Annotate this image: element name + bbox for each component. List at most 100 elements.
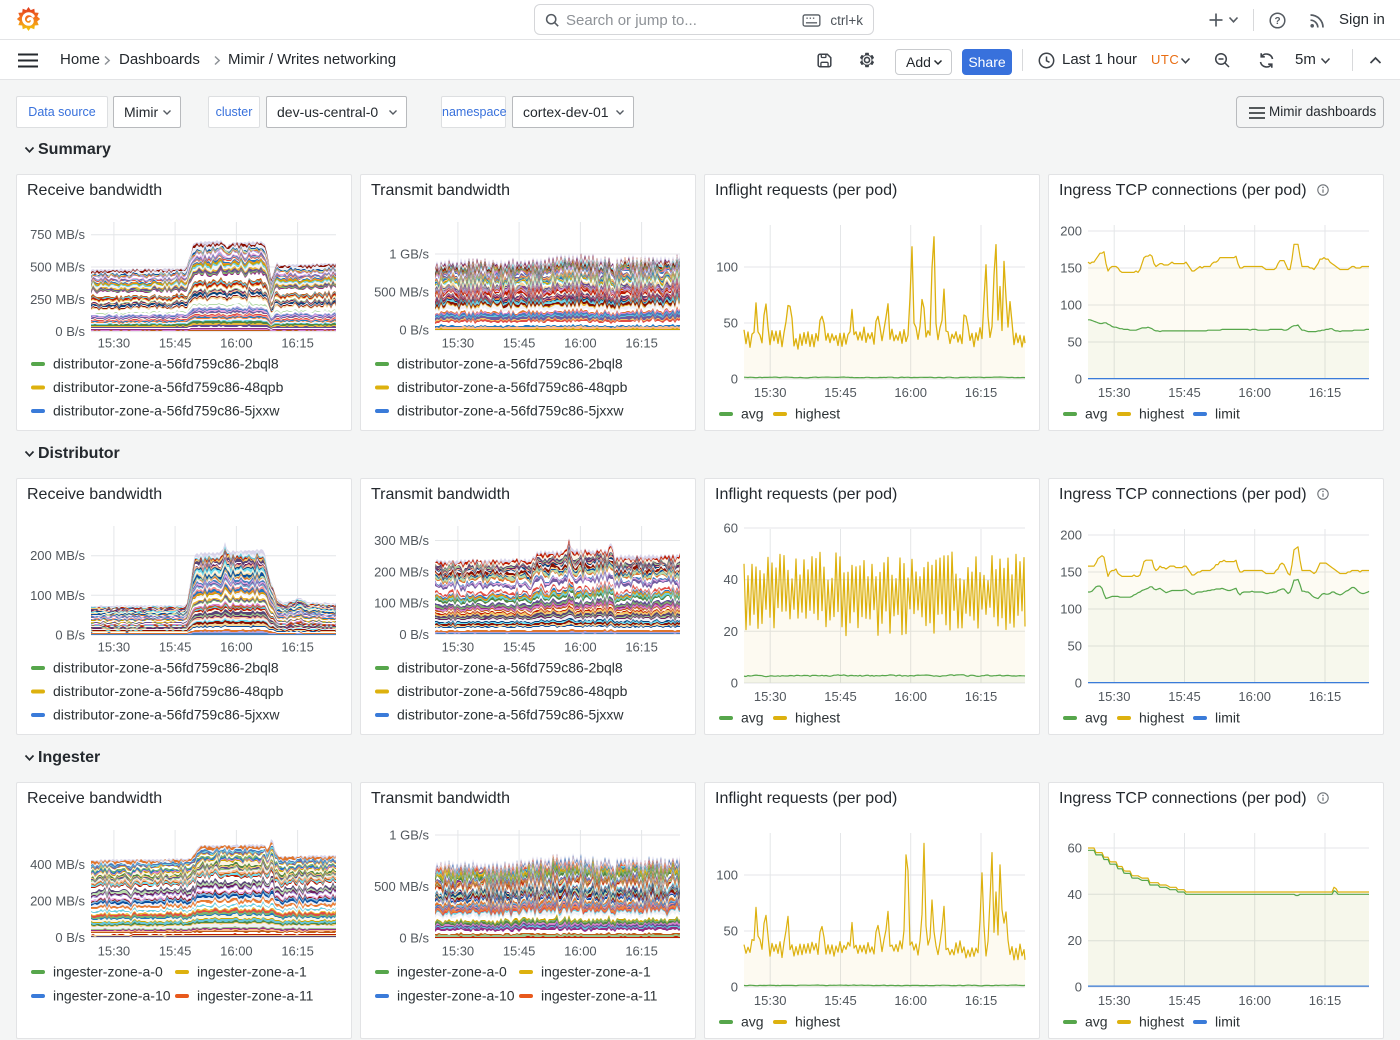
svg-text:16:15: 16:15 bbox=[965, 385, 998, 400]
svg-text:500 MB/s: 500 MB/s bbox=[374, 879, 429, 894]
svg-text:150: 150 bbox=[1060, 261, 1082, 276]
svg-text:16:15: 16:15 bbox=[281, 640, 314, 655]
svg-text:15:45: 15:45 bbox=[503, 944, 536, 959]
svg-text:ingester-zone-a-1: ingester-zone-a-1 bbox=[197, 964, 307, 980]
svg-text:limit: limit bbox=[1215, 1014, 1240, 1030]
svg-text:limit: limit bbox=[1215, 710, 1240, 726]
svg-text:100: 100 bbox=[1060, 602, 1082, 617]
svg-text:400 MB/s: 400 MB/s bbox=[30, 857, 85, 872]
svg-text:0 B/s: 0 B/s bbox=[399, 323, 429, 338]
svg-text:15:45: 15:45 bbox=[503, 640, 536, 655]
svg-text:15:30: 15:30 bbox=[754, 993, 787, 1008]
svg-text:16:15: 16:15 bbox=[625, 944, 658, 959]
svg-text:50: 50 bbox=[1068, 639, 1082, 654]
svg-text:16:00: 16:00 bbox=[1238, 385, 1271, 400]
svg-text:16:15: 16:15 bbox=[1309, 385, 1342, 400]
svg-text:16:15: 16:15 bbox=[281, 944, 314, 959]
svg-text:15:30: 15:30 bbox=[98, 640, 131, 655]
svg-text:limit: limit bbox=[1215, 406, 1240, 422]
svg-text:200: 200 bbox=[1060, 528, 1082, 543]
svg-text:0 B/s: 0 B/s bbox=[399, 627, 429, 642]
svg-text:highest: highest bbox=[795, 1014, 840, 1030]
svg-text:16:15: 16:15 bbox=[1309, 993, 1342, 1008]
svg-text:1 GB/s: 1 GB/s bbox=[389, 247, 429, 262]
svg-text:15:45: 15:45 bbox=[1168, 993, 1201, 1008]
svg-text:100: 100 bbox=[716, 868, 738, 883]
svg-text:50: 50 bbox=[724, 316, 738, 331]
svg-text:distributor-zone-a-56fd759c86-: distributor-zone-a-56fd759c86-5jxxw bbox=[53, 403, 280, 419]
svg-text:200: 200 bbox=[1060, 224, 1082, 239]
svg-text:16:15: 16:15 bbox=[965, 993, 998, 1008]
svg-text:16:15: 16:15 bbox=[625, 640, 658, 655]
svg-text:highest: highest bbox=[1139, 406, 1184, 422]
svg-text:50: 50 bbox=[724, 924, 738, 939]
svg-text:300 MB/s: 300 MB/s bbox=[374, 533, 429, 548]
svg-text:60: 60 bbox=[724, 521, 738, 536]
svg-text:16:00: 16:00 bbox=[1238, 993, 1271, 1008]
svg-text:0: 0 bbox=[1075, 980, 1082, 995]
svg-text:15:45: 15:45 bbox=[159, 640, 192, 655]
svg-text:distributor-zone-a-56fd759c86-: distributor-zone-a-56fd759c86-2bql8 bbox=[53, 660, 279, 676]
svg-text:500 MB/s: 500 MB/s bbox=[30, 260, 85, 275]
svg-text:15:30: 15:30 bbox=[1098, 689, 1131, 704]
svg-text:15:30: 15:30 bbox=[98, 336, 131, 351]
svg-text:distributor-zone-a-56fd759c86-: distributor-zone-a-56fd759c86-5jxxw bbox=[397, 403, 624, 419]
svg-text:distributor-zone-a-56fd759c86-: distributor-zone-a-56fd759c86-48qpb bbox=[397, 683, 628, 699]
svg-text:16:00: 16:00 bbox=[220, 640, 253, 655]
svg-text:16:00: 16:00 bbox=[564, 944, 597, 959]
svg-text:100: 100 bbox=[1060, 298, 1082, 313]
svg-text:15:45: 15:45 bbox=[503, 336, 536, 351]
svg-text:avg: avg bbox=[741, 710, 764, 726]
svg-text:15:45: 15:45 bbox=[824, 689, 857, 704]
svg-text:16:15: 16:15 bbox=[965, 689, 998, 704]
svg-text:avg: avg bbox=[741, 406, 764, 422]
svg-text:15:30: 15:30 bbox=[1098, 385, 1131, 400]
svg-text:0 B/s: 0 B/s bbox=[399, 931, 429, 946]
svg-text:ingester-zone-a-11: ingester-zone-a-11 bbox=[197, 988, 314, 1004]
svg-text:0 B/s: 0 B/s bbox=[55, 930, 85, 945]
svg-text:ingester-zone-a-0: ingester-zone-a-0 bbox=[53, 964, 163, 980]
svg-text:16:00: 16:00 bbox=[1238, 689, 1271, 704]
svg-text:16:15: 16:15 bbox=[625, 336, 658, 351]
svg-text:500 MB/s: 500 MB/s bbox=[374, 285, 429, 300]
svg-text:150: 150 bbox=[1060, 565, 1082, 580]
svg-text:16:15: 16:15 bbox=[1309, 689, 1342, 704]
svg-text:60: 60 bbox=[1068, 841, 1082, 856]
svg-text:0: 0 bbox=[731, 676, 738, 691]
svg-text:highest: highest bbox=[795, 406, 840, 422]
svg-text:20: 20 bbox=[724, 624, 738, 639]
svg-text:16:15: 16:15 bbox=[281, 336, 314, 351]
svg-text:avg: avg bbox=[741, 1014, 764, 1030]
svg-text:100 MB/s: 100 MB/s bbox=[374, 596, 429, 611]
svg-text:20: 20 bbox=[1068, 933, 1082, 948]
svg-text:avg: avg bbox=[1085, 1014, 1108, 1030]
svg-text:0 B/s: 0 B/s bbox=[55, 628, 85, 643]
svg-text:16:00: 16:00 bbox=[564, 336, 597, 351]
svg-text:16:00: 16:00 bbox=[894, 993, 927, 1008]
svg-text:ingester-zone-a-11: ingester-zone-a-11 bbox=[541, 988, 658, 1004]
svg-text:0: 0 bbox=[731, 980, 738, 995]
svg-text:200 MB/s: 200 MB/s bbox=[374, 564, 429, 579]
svg-text:0: 0 bbox=[1075, 676, 1082, 691]
svg-text:15:45: 15:45 bbox=[1168, 689, 1201, 704]
svg-text:16:00: 16:00 bbox=[220, 944, 253, 959]
svg-text:15:45: 15:45 bbox=[159, 336, 192, 351]
svg-text:ingester-zone-a-1: ingester-zone-a-1 bbox=[541, 964, 651, 980]
svg-text:distributor-zone-a-56fd759c86-: distributor-zone-a-56fd759c86-2bql8 bbox=[397, 356, 623, 372]
svg-text:200 MB/s: 200 MB/s bbox=[30, 894, 85, 909]
svg-text:0: 0 bbox=[731, 372, 738, 387]
svg-text:16:00: 16:00 bbox=[564, 640, 597, 655]
svg-text:1 GB/s: 1 GB/s bbox=[389, 828, 429, 843]
svg-text:16:00: 16:00 bbox=[894, 689, 927, 704]
svg-text:100 MB/s: 100 MB/s bbox=[30, 588, 85, 603]
svg-text:50: 50 bbox=[1068, 335, 1082, 350]
svg-text:200 MB/s: 200 MB/s bbox=[30, 548, 85, 563]
svg-text:15:45: 15:45 bbox=[824, 993, 857, 1008]
svg-text:avg: avg bbox=[1085, 710, 1108, 726]
svg-text:15:30: 15:30 bbox=[754, 385, 787, 400]
svg-text:highest: highest bbox=[795, 710, 840, 726]
svg-text:distributor-zone-a-56fd759c86-: distributor-zone-a-56fd759c86-5jxxw bbox=[397, 707, 624, 723]
svg-text:ingester-zone-a-0: ingester-zone-a-0 bbox=[397, 964, 507, 980]
svg-text:15:45: 15:45 bbox=[159, 944, 192, 959]
svg-text:ingester-zone-a-10: ingester-zone-a-10 bbox=[53, 988, 171, 1004]
